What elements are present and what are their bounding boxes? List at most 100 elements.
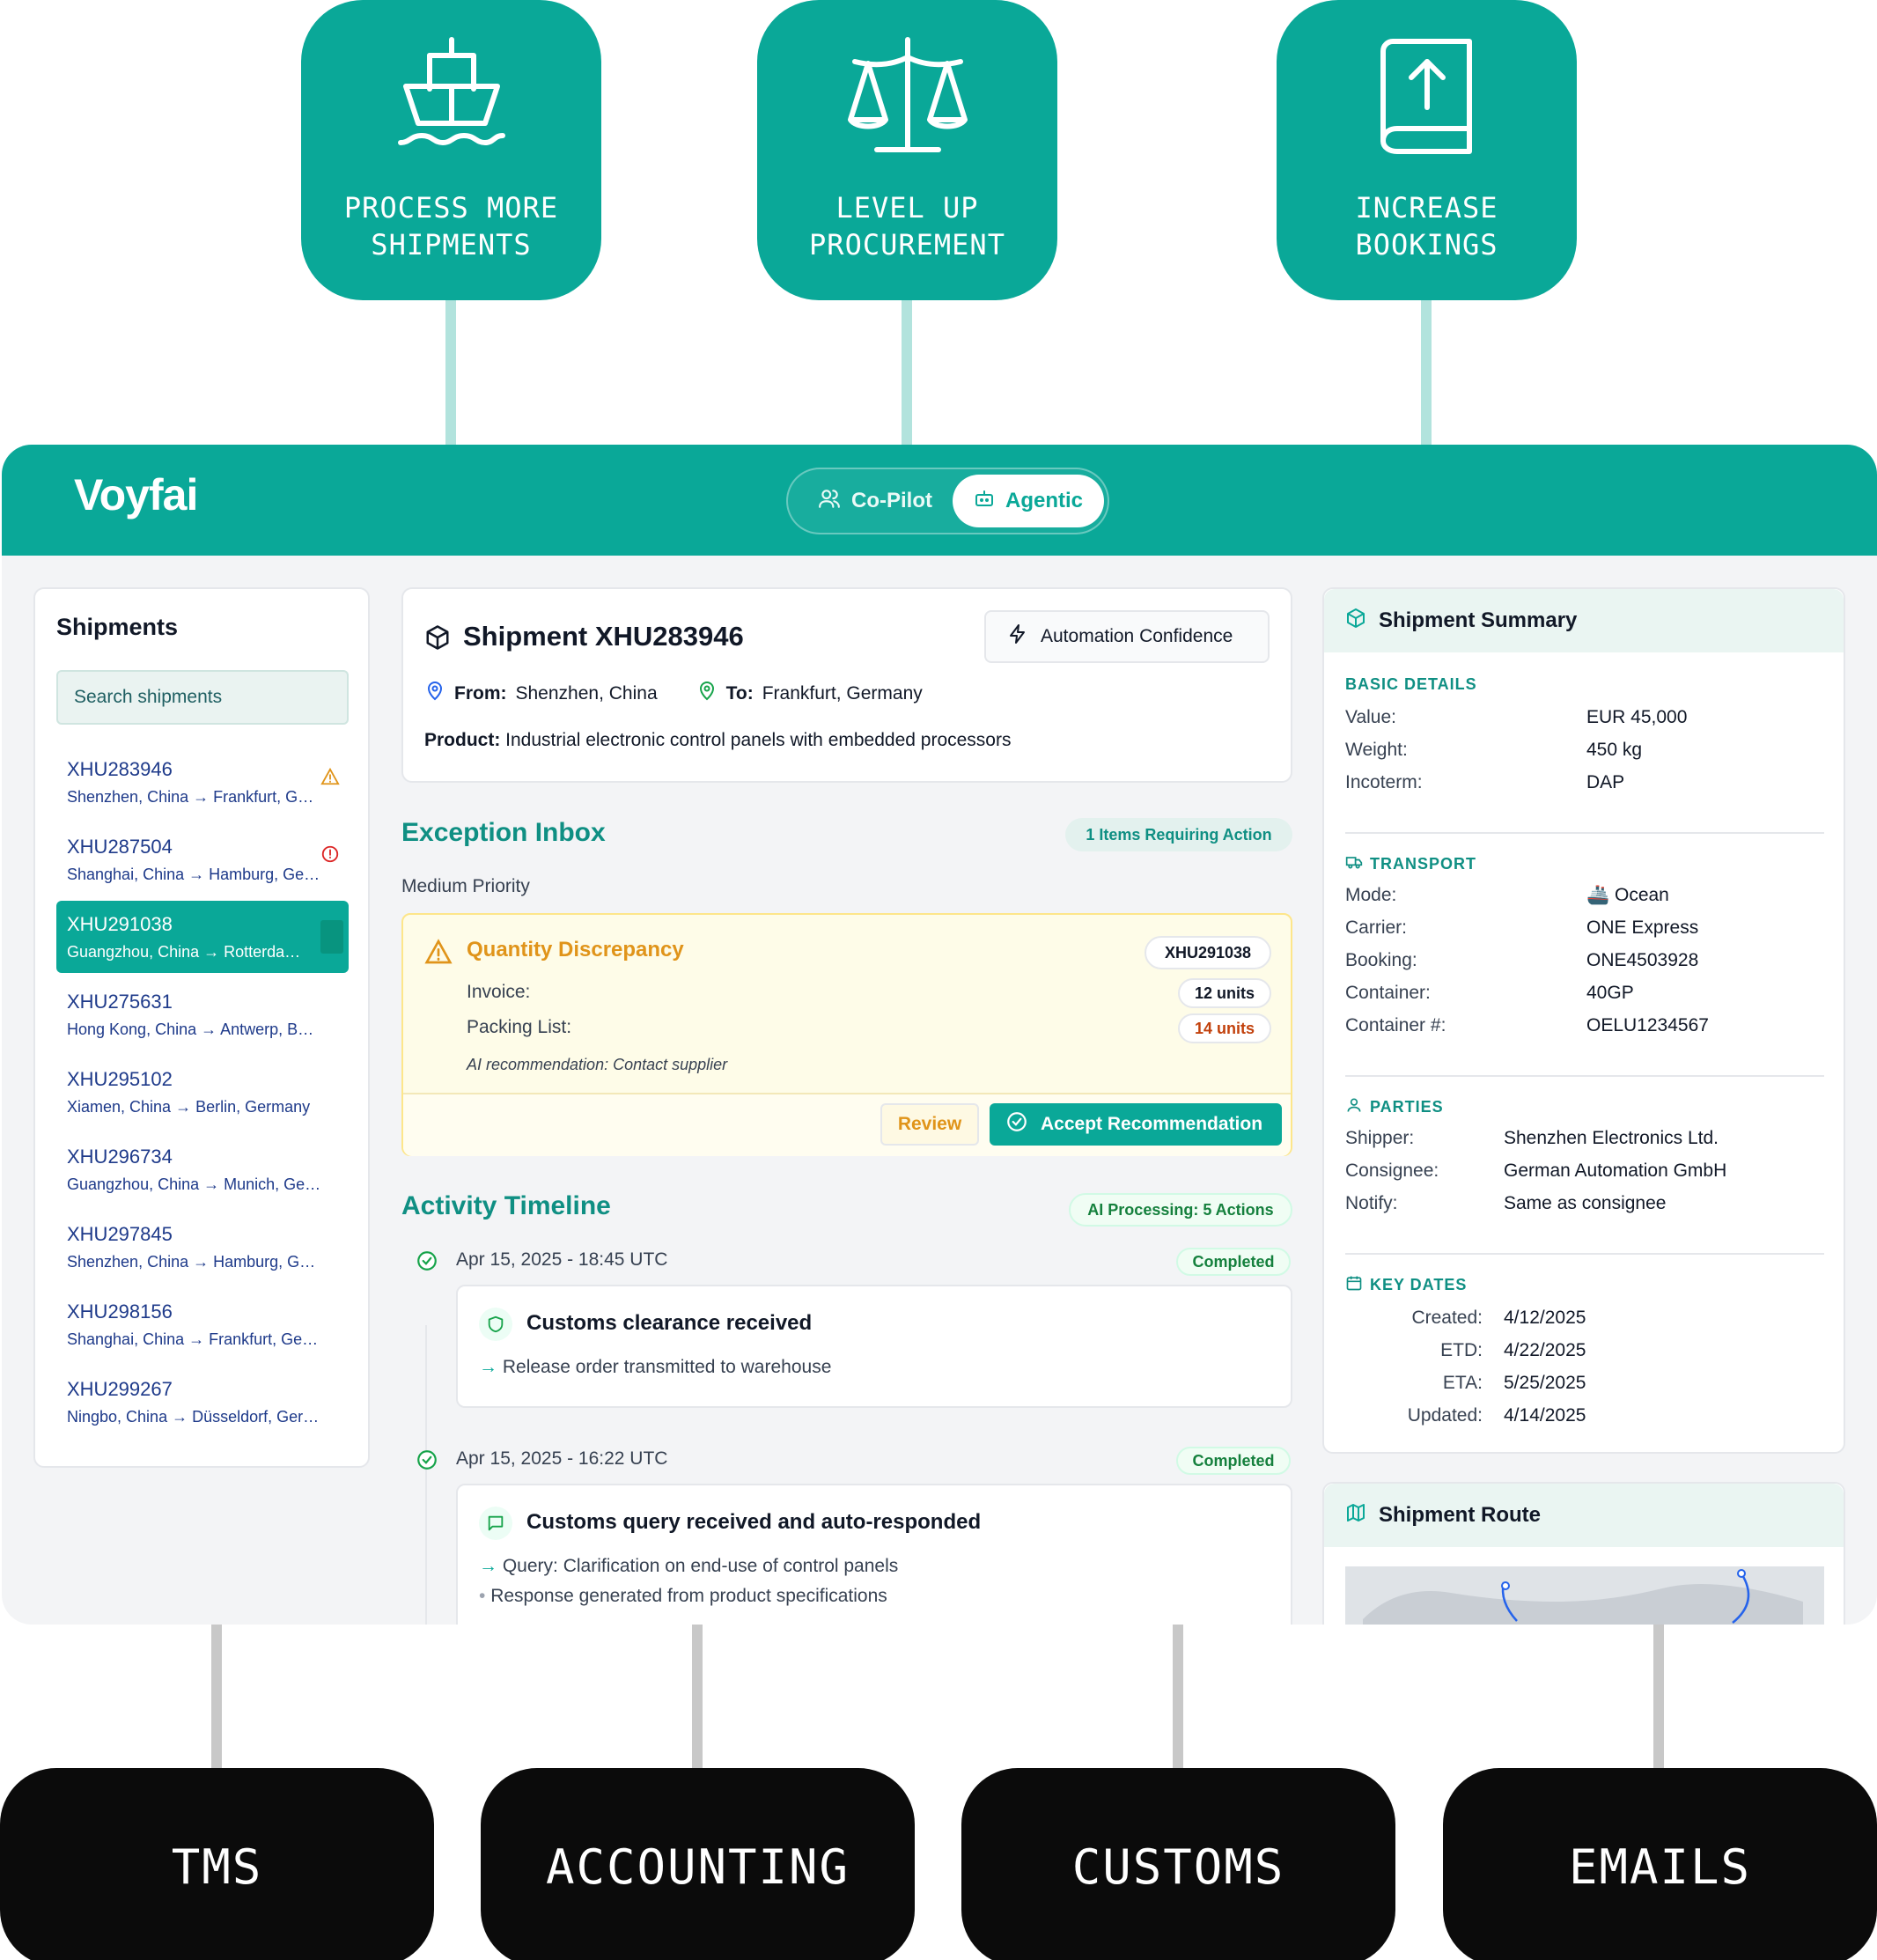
scales-icon [757,35,1057,158]
book-upload-icon [1277,35,1577,158]
summary-value: 4/14/2025 [1504,1405,1586,1426]
outcome-card-bookings: INCREASE BOOKINGS [1277,0,1577,300]
system-card-tms: TMS [0,1768,434,1960]
shipment-list-item[interactable]: XHU275631 Hong Kong, China → Antwerp, Be… [56,978,349,1050]
invoice-label: Invoice: [467,982,531,1002]
bot-icon [974,488,995,515]
automation-confidence-label: Automation Confidence [1041,626,1233,646]
mode-copilot-label: Co-Pilot [851,489,932,512]
summary-value: Same as consignee [1504,1193,1667,1213]
shipment-id: XHU287504 [67,836,173,858]
system-card-emails: EMAILS [1443,1768,1877,1960]
shipments-title: Shipments [56,614,179,640]
app-logo: Voyfai [74,470,198,519]
divider [1345,1075,1824,1077]
shipment-id: XHU283946 [67,758,173,780]
timeline-time: Apr 15, 2025 - 16:22 UTC [456,1448,668,1469]
outcome-card-procurement: LEVEL UP PROCUREMENT [757,0,1057,300]
shipment-list-item[interactable]: XHU299267 Ningbo, China → Düsseldorf, Ge… [56,1366,349,1438]
outcome-label: PROCESS MORE SHIPMENTS [343,191,559,262]
shipment-route: Shanghai, China → Hamburg, Germany [67,866,322,883]
shipment-list-item[interactable]: XHU297845 Shenzhen, China → Hamburg, Ger… [56,1211,349,1283]
divider [1345,832,1824,834]
shipment-id: XHU291038 [67,913,173,935]
alert-circle-icon [320,844,340,868]
divider [1345,1253,1824,1255]
app-window: Voyfai Co-Pilot Agentic Shipments Search… [2,445,1877,1625]
summary-key: Consignee: [1345,1161,1439,1181]
shipment-list-item[interactable]: XHU283946 Shenzhen, China → Frankfurt, G… [56,746,349,818]
search-input[interactable]: Search shipments [56,670,349,725]
summary-key: ETA: [1442,1373,1483,1393]
summary-value: Shenzhen Electronics Ltd. [1504,1128,1719,1148]
summary-key: Weight: [1345,740,1408,760]
exception-shipment-id[interactable]: XHU291038 [1145,936,1271,969]
check-circle-icon [1005,1110,1028,1138]
exception-inbox-title: Exception Inbox [401,818,606,847]
mode-agentic-button[interactable]: Agentic [953,475,1105,527]
outcome-label: LEVEL UP PROCUREMENT [809,191,1005,262]
automation-confidence-button[interactable]: Automation Confidence [984,610,1270,663]
truck-icon [1345,853,1363,875]
app-header: Voyfai Co-Pilot Agentic [2,445,1877,556]
exceptions-count-badge: 1 Items Requiring Action [1065,818,1292,851]
ship-icon [301,35,601,158]
shipment-list-item[interactable]: XHU295102 Xiamen, China → Berlin, German… [56,1056,349,1128]
exception-title: Quantity Discrepancy [467,938,684,962]
shipment-list-item[interactable]: XHU298156 Shanghai, China → Frankfurt, G… [56,1288,349,1360]
from-value: Shenzhen, China [515,683,658,704]
summary-value: 5/25/2025 [1504,1373,1586,1393]
shield-icon [479,1308,512,1341]
route-map[interactable] [1345,1566,1824,1625]
shipment-list-item-selected[interactable]: XHU291038 Guangzhou, China → Rotterdam, … [56,901,349,973]
shipment-route: Guangzhou, China → Munich, Germany [67,1175,322,1193]
product-value: Industrial electronic control panels wit… [505,730,1012,750]
map-icon [1345,1502,1366,1529]
from-label: From: [454,683,507,704]
shipment-list-item[interactable]: XHU296734 Guangzhou, China → Munich, Ger… [56,1133,349,1205]
timeline-card-title: Customs clearance received [526,1311,813,1335]
timeline-card: Customs clearance received → Release ord… [456,1285,1292,1408]
exception-card: Quantity Discrepancy XHU291038 Invoice: … [401,913,1292,1156]
mode-toggle: Co-Pilot Agentic [786,468,1109,534]
summary-title: Shipment Summary [1379,608,1578,632]
ai-recommendation: AI recommendation: Contact supplier [467,1056,728,1073]
shipment-id: XHU275631 [67,991,173,1013]
timeline-time: Apr 15, 2025 - 18:45 UTC [456,1249,668,1270]
summary-key: Carrier: [1345,917,1408,938]
mode-copilot-button[interactable]: Co-Pilot [797,475,953,527]
invoice-units-badge: 12 units [1178,978,1271,1008]
chat-icon [479,1507,512,1540]
selected-marker [320,920,343,954]
summary-value: 40GP [1586,983,1634,1003]
packing-list-label: Packing List: [467,1017,572,1037]
summary-value: ONE Express [1586,917,1699,938]
shipment-id: XHU298156 [67,1301,173,1323]
connector-line [1173,1625,1183,1770]
outcome-label: INCREASE BOOKINGS [1355,191,1498,262]
ai-processing-badge: AI Processing: 5 Actions [1069,1193,1292,1227]
activity-timeline-title: Activity Timeline [401,1191,611,1220]
timeline-detail-text: Response generated from product specific… [490,1586,887,1606]
arrow-right-icon: → [479,1357,497,1377]
summary-key: Notify: [1345,1193,1398,1213]
timeline-line [425,1325,427,1625]
product-label: Product: [424,730,501,750]
shipment-list-item[interactable]: XHU287504 Shanghai, China → Hamburg, Ger… [56,823,349,895]
parties-heading-text: PARTIES [1370,1098,1444,1116]
shipment-id: XHU299267 [67,1378,173,1400]
accept-recommendation-button[interactable]: Accept Recommendation [990,1103,1282,1146]
check-circle-icon [416,1249,438,1272]
timeline-detail: • Response generated from product specif… [479,1586,887,1607]
shipment-id: XHU296734 [67,1146,173,1168]
summary-value: EUR 45,000 [1586,707,1688,727]
connector-line [211,1625,222,1770]
shipment-route: Ningbo, China → Düsseldorf, Germany [67,1408,322,1426]
arrow-right-icon: → [479,1556,497,1576]
summary-header: Shipment Summary [1324,589,1844,652]
review-button[interactable]: Review [880,1103,979,1146]
location-pin-icon [424,681,445,707]
summary-key: ETD: [1440,1340,1483,1360]
priority-label: Medium Priority [401,876,530,896]
summary-key: Booking: [1345,950,1417,970]
